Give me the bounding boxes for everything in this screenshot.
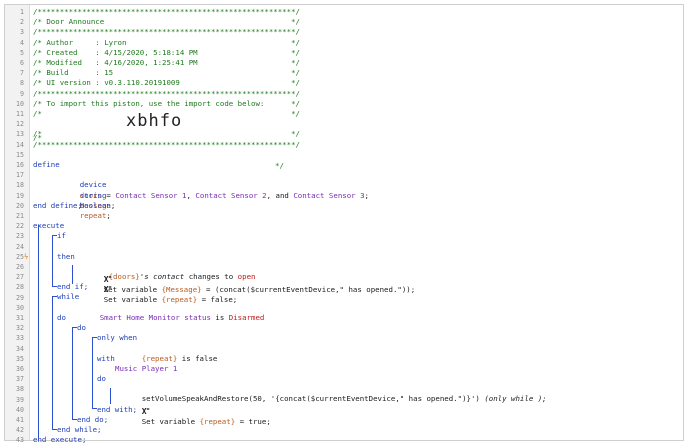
comment-line: /***************************************… — [33, 7, 300, 16]
comment-title: /* Door Announce */ — [33, 17, 300, 27]
with-keyword[interactable]: with — [97, 354, 115, 364]
with-do-block-guide — [110, 388, 111, 404]
define-keyword[interactable]: define — [33, 160, 60, 170]
semicolon: ; — [106, 211, 111, 220]
while-keyword[interactable]: while — [57, 292, 79, 302]
end-with-keyword[interactable]: end with; — [97, 405, 137, 415]
while-block-guide — [52, 296, 53, 430]
only-when-block-guide — [92, 337, 93, 409]
line-number: 21 — [16, 212, 24, 220]
end-execute-keyword[interactable]: end execute; — [33, 435, 86, 445]
do-guide-tick — [72, 419, 77, 420]
comment-build: /* Build : 15 */ — [33, 68, 300, 78]
if-guide-tick — [52, 286, 57, 287]
comment-modified: /* Modified : 4/16/2020, 1:25:41 PM */ — [33, 58, 300, 67]
then-block-guide — [72, 265, 73, 284]
end-define-keyword[interactable]: end define; — [33, 201, 82, 211]
do-keyword[interactable]: do — [57, 313, 66, 323]
if-guide-tick — [52, 235, 57, 236]
then-keyword[interactable]: then — [57, 252, 75, 262]
only-when-keyword[interactable]: only when — [97, 333, 137, 343]
comment-line: /***************************************… — [33, 139, 300, 149]
import-code[interactable]: xbhfo — [126, 113, 182, 130]
comment-import-note: /* To import this piston, use the import… — [33, 98, 300, 108]
do-block-keyword[interactable]: do — [77, 323, 86, 333]
do-block-guide — [72, 327, 73, 420]
comment-line: /* */ — [33, 129, 300, 139]
code-area: 1 2 3 4 5 6 7 8 9 10 11 12 13 14 15 16 17 18 19 20 21 22 23 24 2… — [5, 5, 683, 444]
device-music-player-1[interactable]: Music Player 1 — [115, 364, 177, 374]
while-guide-tick — [52, 429, 57, 430]
comment-ui-version: /* UI version : v0.3.110.20191009 */ — [33, 78, 300, 88]
only-when-guide-tick — [92, 408, 97, 409]
only-when-guide-tick — [92, 337, 97, 338]
if-block-guide — [52, 235, 53, 287]
end-while-keyword[interactable]: end while; — [57, 425, 102, 435]
piston-code-viewer: 1 2 3 4 5 6 7 8 9 10 11 12 13 14 15 16 17 18 19 20 21 22 23 24 2… — [4, 4, 684, 444]
comment-line: /***************************************… — [33, 88, 300, 98]
comment-author: /* Author : Lyron */ — [33, 37, 300, 47]
execute-block-guide — [38, 225, 39, 440]
do-with-keyword[interactable]: do — [97, 374, 106, 384]
do-guide-tick — [72, 327, 77, 328]
while-guide-tick — [52, 296, 57, 297]
if-keyword[interactable]: if — [57, 231, 66, 241]
comment-created: /* Created : 4/15/2020, 5:18:14 PM */ — [33, 47, 300, 57]
end-do-keyword[interactable]: end do; — [77, 415, 108, 425]
variable-repeat[interactable]: repeat — [80, 211, 107, 220]
comment-line: /***************************************… — [33, 27, 300, 37]
